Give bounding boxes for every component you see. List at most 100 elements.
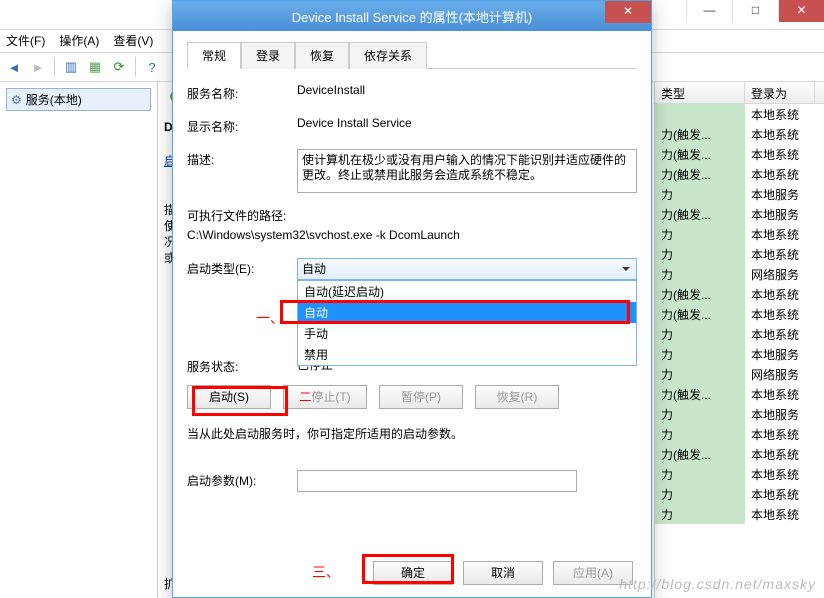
list-header: 类型 登录为 (655, 82, 824, 104)
startup-opt-manual[interactable]: 手动 (298, 323, 636, 344)
label-display-name: 显示名称: (187, 116, 297, 135)
refresh-icon[interactable]: ⟳ (109, 57, 129, 77)
tab-dependencies[interactable]: 依存关系 (349, 42, 427, 69)
cell-startup-type: 力 (655, 404, 745, 424)
annotation-label-3: 三、 (312, 562, 340, 582)
col-startup-type[interactable]: 类型 (655, 82, 745, 103)
table-row[interactable]: 力本地系统 (655, 324, 824, 344)
startup-opt-auto[interactable]: 自动 (298, 302, 636, 323)
table-row[interactable]: 力(触发...本地系统 (655, 384, 824, 404)
cell-startup-type: 力 (655, 464, 745, 484)
tab-recovery[interactable]: 恢复 (295, 42, 349, 69)
start-params-note: 当从此处启动服务时，你可指定所适用的启动参数。 (187, 425, 637, 442)
description-textarea[interactable]: 使计算机在极少或没有用户输入的情况下能识别并适应硬件的更改。终止或禁用此服务会造… (297, 149, 637, 193)
start-button[interactable]: 启动(S) (187, 385, 271, 409)
label-service-status: 服务状态: (187, 356, 297, 375)
cell-logon-as: 本地系统 (745, 324, 815, 344)
bg-window-controls: — □ ✕ (686, 0, 824, 22)
tab-logon[interactable]: 登录 (241, 42, 295, 69)
table-row[interactable]: 力(触发...本地服务 (655, 204, 824, 224)
cell-startup-type: 力 (655, 324, 745, 344)
cell-startup-type: 力(触发... (655, 384, 745, 404)
table-row[interactable]: 力本地系统 (655, 244, 824, 264)
table-row[interactable]: 力(触发...本地系统 (655, 144, 824, 164)
cell-logon-as: 网络服务 (745, 264, 815, 284)
forward-icon[interactable]: ► (28, 57, 48, 77)
cell-startup-type: 力(触发... (655, 204, 745, 224)
tree-item-services-local[interactable]: ⚙ 服务(本地) (6, 88, 151, 111)
table-row[interactable]: 力本地服务 (655, 404, 824, 424)
startup-opt-auto-delayed[interactable]: 自动(延迟启动) (298, 281, 636, 302)
table-row[interactable]: 力(触发...本地系统 (655, 284, 824, 304)
table-row[interactable]: 力(触发...本地系统 (655, 444, 824, 464)
cell-startup-type: 力 (655, 244, 745, 264)
dialog-titlebar[interactable]: Device Install Service 的属性(本地计算机) ✕ (173, 1, 651, 31)
show-hide-icon[interactable]: ▥ (61, 57, 81, 77)
cell-startup-type (655, 104, 745, 124)
cell-logon-as: 本地系统 (745, 424, 815, 444)
col-logon-as[interactable]: 登录为 (745, 82, 815, 103)
menu-view[interactable]: 查看(V) (113, 32, 153, 50)
stop-button: 二停止(T) (283, 385, 367, 409)
table-row[interactable]: 力本地服务 (655, 184, 824, 204)
cell-logon-as: 本地系统 (745, 384, 815, 404)
cell-startup-type: 力(触发... (655, 444, 745, 464)
cell-startup-type: 力 (655, 224, 745, 244)
bg-minimize-button[interactable]: — (686, 0, 732, 22)
cell-startup-type: 力 (655, 364, 745, 384)
cell-logon-as: 本地服务 (745, 184, 815, 204)
table-row[interactable]: 力网络服务 (655, 264, 824, 284)
cell-startup-type: 力 (655, 484, 745, 504)
dialog-title: Device Install Service 的属性(本地计算机) (183, 7, 641, 26)
bg-close-button[interactable]: ✕ (778, 0, 824, 22)
table-row[interactable]: 力本地服务 (655, 344, 824, 364)
table-row[interactable]: 力(触发...本地系统 (655, 304, 824, 324)
menu-file[interactable]: 文件(F) (6, 32, 45, 50)
label-startup-type: 启动类型(E): (187, 258, 297, 277)
label-service-name: 服务名称: (187, 83, 297, 102)
start-params-input[interactable] (297, 470, 577, 492)
cell-logon-as: 本地系统 (745, 144, 815, 164)
dialog-footer: 确定 取消 应用(A) (173, 561, 651, 585)
table-row[interactable]: 力本地系统 (655, 424, 824, 444)
table-row[interactable]: 力(触发...本地系统 (655, 124, 824, 144)
startup-opt-disabled[interactable]: 禁用 (298, 344, 636, 365)
cell-startup-type: 力 (655, 184, 745, 204)
help-icon[interactable]: ? (142, 57, 162, 77)
cell-logon-as: 本地系统 (745, 484, 815, 504)
cell-logon-as: 本地系统 (745, 464, 815, 484)
properties-icon[interactable]: ▦ (85, 57, 105, 77)
nav-tree: ⚙ 服务(本地) (0, 82, 158, 598)
value-display-name: Device Install Service (297, 116, 637, 130)
cell-startup-type: 力(触发... (655, 284, 745, 304)
table-row[interactable]: 力(触发...本地系统 (655, 164, 824, 184)
table-row[interactable]: 力本地系统 (655, 464, 824, 484)
cancel-button[interactable]: 取消 (463, 561, 543, 585)
cell-logon-as: 本地系统 (745, 504, 815, 524)
menu-action[interactable]: 操作(A) (59, 32, 99, 50)
cell-logon-as: 本地系统 (745, 104, 815, 124)
back-icon[interactable]: ◄ (4, 57, 24, 77)
value-exe-path: C:\Windows\system32\svchost.exe -k DcomL… (187, 228, 637, 242)
cell-logon-as: 本地系统 (745, 284, 815, 304)
label-description: 描述: (187, 149, 297, 168)
cell-startup-type: 力 (655, 504, 745, 524)
apply-button: 应用(A) (553, 561, 633, 585)
cell-logon-as: 本地系统 (745, 224, 815, 244)
table-row[interactable]: 力本地系统 (655, 504, 824, 524)
cell-logon-as: 本地服务 (745, 404, 815, 424)
table-row[interactable]: 力网络服务 (655, 364, 824, 384)
bg-maximize-button[interactable]: □ (732, 0, 778, 22)
tab-general[interactable]: 常规 (187, 42, 241, 69)
ok-button[interactable]: 确定 (373, 561, 453, 585)
table-row[interactable]: 力本地系统 (655, 484, 824, 504)
cell-logon-as: 本地系统 (745, 164, 815, 184)
table-row[interactable]: 力本地系统 (655, 224, 824, 244)
services-list: 类型 登录为 本地系统力(触发...本地系统力(触发...本地系统力(触发...… (654, 82, 824, 598)
dialog-close-button[interactable]: ✕ (605, 1, 651, 23)
startup-type-select[interactable]: 自动 (297, 258, 637, 280)
cell-startup-type: 力 (655, 264, 745, 284)
cell-startup-type: 力(触发... (655, 304, 745, 324)
table-row[interactable]: 本地系统 (655, 104, 824, 124)
cell-logon-as: 本地系统 (745, 444, 815, 464)
